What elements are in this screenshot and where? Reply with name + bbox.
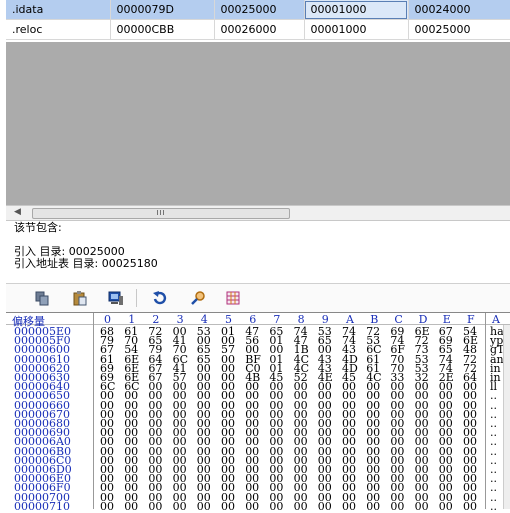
section-row-idata[interactable]: .idata 0000079D 00025000 00001000 000240…	[6, 0, 510, 20]
section-name[interactable]: .reloc	[6, 19, 111, 40]
hex-row-ascii[interactable]: ..	[490, 501, 497, 512]
hex-byte[interactable]: 00	[294, 501, 308, 512]
hex-byte[interactable]: 00	[148, 501, 162, 512]
hex-byte[interactable]: 00	[439, 501, 453, 512]
copy-icon[interactable]	[34, 290, 50, 306]
section-name[interactable]: .idata	[6, 0, 111, 20]
section-raw-size[interactable]: 00001000	[304, 19, 409, 40]
grid-icon[interactable]	[225, 290, 241, 306]
section-raw-offset[interactable]: 00024000	[408, 0, 510, 20]
search-icon[interactable]	[190, 290, 206, 306]
refresh-icon[interactable]	[152, 290, 168, 306]
hex-byte[interactable]: 00	[269, 501, 283, 512]
section-row-reloc[interactable]: .reloc 00000CBB 00026000 00001000 000250…	[6, 19, 510, 40]
section-virtual-offset[interactable]: 00025000	[214, 0, 305, 20]
hex-byte[interactable]: 00	[100, 501, 114, 512]
hex-byte[interactable]: 00	[197, 501, 211, 512]
section-raw-size[interactable]: 00001000	[304, 0, 409, 20]
section-info-panel: 该节包含: 引入 目录: 00025000 引入地址表 目录: 00025180	[14, 222, 158, 270]
hex-toolbar	[6, 283, 510, 313]
hex-byte[interactable]: 00	[415, 501, 429, 512]
table-empty-area	[6, 42, 510, 205]
toolbar-separator	[136, 289, 137, 307]
hex-byte[interactable]: 00	[342, 501, 356, 512]
horizontal-scrollbar[interactable]: ◀ III	[6, 205, 510, 221]
hex-byte[interactable]: 00	[124, 501, 138, 512]
paste-icon[interactable]	[72, 290, 88, 306]
section-virtual-size[interactable]: 00000CBB	[110, 19, 215, 40]
vertical-scrollbar[interactable]	[503, 325, 510, 509]
hex-row[interactable]: 00000710 00 00 00 00 00 00 00 00 00 00 00 00 00 00 00 00…	[6, 501, 510, 512]
hex-byte[interactable]: 00	[173, 501, 187, 512]
hex-byte[interactable]: 00	[390, 501, 404, 512]
section-raw-offset[interactable]: 00025000	[408, 19, 510, 40]
section-virtual-size[interactable]: 0000079D	[110, 0, 215, 20]
hex-header: 偏移量 0123456789ABCDEFA	[6, 313, 510, 328]
info-title: 该节包含:	[14, 221, 62, 234]
hex-byte[interactable]: 00	[221, 501, 235, 512]
hex-byte[interactable]: 00	[366, 501, 380, 512]
hex-byte[interactable]: 00	[318, 501, 332, 512]
hex-byte[interactable]: 00	[245, 501, 259, 512]
iat-directory-line: 引入地址表 目录: 00025180	[14, 257, 158, 270]
scrollbar-thumb[interactable]: III	[32, 208, 290, 219]
hex-view[interactable]: 偏移量 0123456789ABCDEFA 000005E0 68 61 72 00 53…	[6, 312, 510, 512]
section-virtual-offset[interactable]: 00026000	[214, 19, 305, 40]
hex-byte[interactable]: 00	[463, 501, 477, 512]
hex-row-offset: 00000710	[14, 499, 70, 513]
sections-table: .idata 0000079D 00025000 00001000 000240…	[6, 0, 510, 40]
computer-icon[interactable]	[108, 290, 124, 306]
scroll-left-arrow-icon[interactable]: ◀	[14, 207, 21, 217]
